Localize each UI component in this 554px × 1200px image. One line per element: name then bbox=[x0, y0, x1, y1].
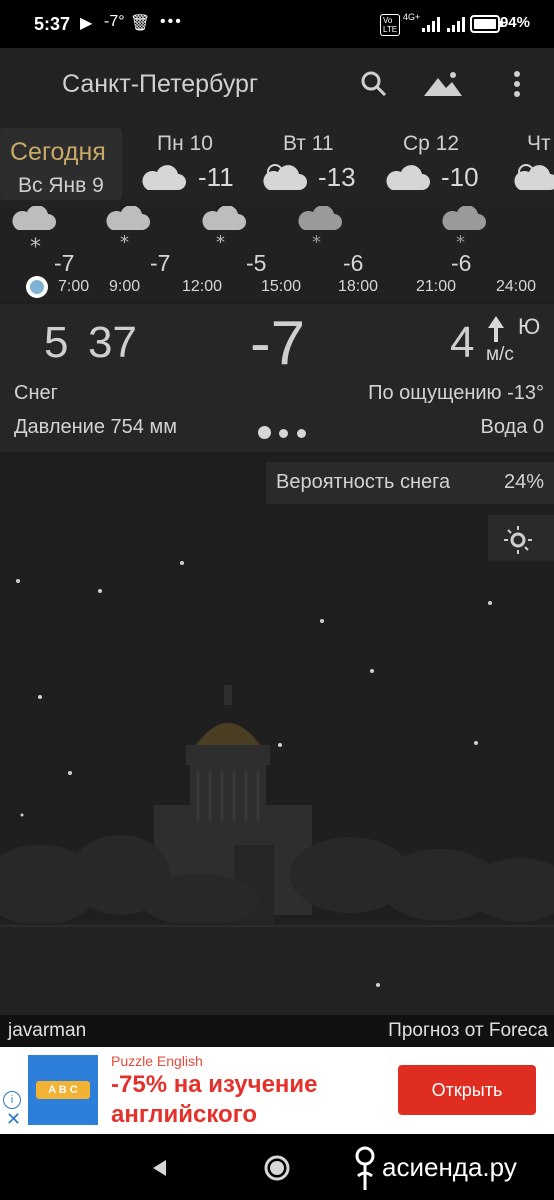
day-name: Чт bbox=[527, 132, 551, 155]
ad-info-icon[interactable]: i bbox=[3, 1091, 21, 1109]
current-temperature: -7 bbox=[250, 309, 306, 378]
snow-cloud-icon: * bbox=[12, 206, 56, 254]
ad-logo-text: A B C bbox=[36, 1081, 90, 1099]
page-indicator[interactable] bbox=[258, 426, 306, 444]
watermark-logo-icon bbox=[355, 1146, 375, 1190]
wind-direction: Ю bbox=[518, 314, 541, 339]
day-temp: -10 bbox=[441, 162, 479, 192]
forecast-source[interactable]: Прогноз от Foreca bbox=[388, 1020, 548, 1042]
hourly-forecast[interactable]: * * * * * -7 -7 -5 -6 -6 7:00 9:00 12:00… bbox=[0, 202, 554, 302]
snow-cloud-icon: * bbox=[442, 206, 486, 253]
signal-2-icon bbox=[447, 17, 465, 32]
day-temp: -13 bbox=[318, 162, 356, 192]
landscape-icon[interactable] bbox=[420, 64, 466, 104]
hour-time: 21:00 bbox=[416, 278, 457, 295]
daily-forecast-strip: Сегодня Вс Янв 9 Пн 10 -11 Вт 11 -13 Ср … bbox=[0, 122, 554, 202]
svg-text:*: * bbox=[216, 232, 225, 253]
hour-temp: -7 bbox=[150, 250, 171, 276]
condition-text: Снег bbox=[14, 382, 58, 404]
today-date: Вс Янв 9 bbox=[18, 174, 104, 197]
watermark-text: асиенда.ру bbox=[382, 1152, 517, 1182]
current-minute: 37 bbox=[88, 318, 137, 367]
snow-cloud-icon: * bbox=[106, 206, 150, 253]
signal-icon bbox=[422, 17, 440, 32]
ad-headline-line2: английского bbox=[111, 1101, 258, 1128]
snow-cloud-icon: * bbox=[298, 206, 342, 253]
hour-time: 12:00 bbox=[182, 278, 223, 295]
app-bar: Санкт-Петербург bbox=[0, 48, 554, 122]
sun-settings-icon[interactable] bbox=[500, 521, 536, 555]
wind-unit: м/с bbox=[486, 344, 514, 365]
snow-cloud-icon: * bbox=[202, 206, 246, 253]
hour-temp: -7 bbox=[54, 250, 75, 276]
day-name: Ср 12 bbox=[403, 132, 460, 155]
cloud-icon bbox=[142, 165, 186, 190]
precipitation-probability: Вероятность снега 24% bbox=[266, 462, 554, 504]
current-conditions: 5 37 -7 4 Ю м/с Снег По ощущению -13° Да… bbox=[0, 304, 554, 452]
svg-text:*: * bbox=[120, 232, 129, 253]
feels-like: По ощущению -13° bbox=[368, 382, 544, 404]
status-bar: 5:37 ▶ -7° 🗑 ••• Vo LTE 4G+ 94% bbox=[0, 0, 554, 48]
wind-speed: 4 bbox=[450, 318, 475, 367]
hour-temp: -6 bbox=[343, 250, 364, 276]
ad-brand: Puzzle English bbox=[111, 1053, 203, 1069]
cloud-icon bbox=[386, 165, 430, 190]
background-scene bbox=[0, 505, 554, 1015]
city-title[interactable]: Санкт-Петербург bbox=[62, 70, 258, 99]
hour-time: 15:00 bbox=[261, 278, 302, 295]
day-temp: -11 bbox=[198, 162, 234, 192]
status-temp: -7° bbox=[104, 13, 125, 30]
status-time: 5:37 bbox=[34, 14, 71, 34]
hour-time: 24:00 bbox=[496, 278, 537, 295]
ad-close-icon[interactable]: ✕ bbox=[6, 1109, 21, 1130]
current-hour: 5 bbox=[44, 318, 69, 367]
hour-time: 7:00 bbox=[58, 278, 90, 295]
footer-credits: javarman Прогноз от Foreca bbox=[0, 1015, 554, 1047]
home-icon[interactable] bbox=[263, 1154, 291, 1182]
ad-headline-line1: -75% на изучение bbox=[111, 1071, 318, 1098]
pressure: Давление 754 мм bbox=[14, 416, 177, 438]
ad-logo: A B C bbox=[28, 1055, 98, 1125]
day-name: Вт 11 bbox=[283, 132, 334, 155]
play-icon: ▶ bbox=[80, 15, 93, 32]
battery-icon bbox=[470, 15, 503, 33]
search-icon[interactable] bbox=[354, 64, 394, 104]
day-name: Пн 10 bbox=[157, 132, 213, 155]
probability-value: 24% bbox=[503, 471, 544, 493]
volte-icon: Vo LTE bbox=[380, 14, 400, 36]
ad-open-button[interactable]: Открыть bbox=[398, 1065, 536, 1115]
wind-direction-arrow-icon bbox=[488, 316, 504, 342]
day-today[interactable]: Сегодня Вс Янв 9 bbox=[0, 128, 122, 200]
svg-text:*: * bbox=[30, 235, 41, 254]
back-icon[interactable] bbox=[150, 1158, 170, 1178]
more-options-icon[interactable] bbox=[497, 64, 537, 104]
partly-cloudy-icon bbox=[263, 164, 307, 190]
more-notifications-icon: ••• bbox=[160, 13, 183, 30]
hour-time: 18:00 bbox=[338, 278, 379, 295]
photo-author[interactable]: javarman bbox=[8, 1020, 86, 1042]
today-label: Сегодня bbox=[10, 138, 106, 166]
trash-icon: 🗑 bbox=[130, 15, 151, 32]
ad-banner[interactable]: A B C Puzzle English -75% на изучение ан… bbox=[0, 1047, 554, 1134]
svg-text:*: * bbox=[312, 232, 321, 253]
water: Вода 0 bbox=[480, 416, 545, 438]
navigation-bar: асиенда.ру bbox=[0, 1134, 554, 1200]
battery-percent: 94% bbox=[499, 14, 530, 31]
current-time-marker bbox=[26, 276, 48, 298]
probability-label: Вероятность снега bbox=[276, 471, 451, 493]
hour-temp: -5 bbox=[246, 250, 267, 276]
hour-time: 9:00 bbox=[109, 278, 141, 295]
hour-temp: -6 bbox=[451, 250, 472, 276]
partly-cloudy-icon bbox=[514, 164, 554, 190]
network-type: 4G+ bbox=[403, 12, 421, 22]
